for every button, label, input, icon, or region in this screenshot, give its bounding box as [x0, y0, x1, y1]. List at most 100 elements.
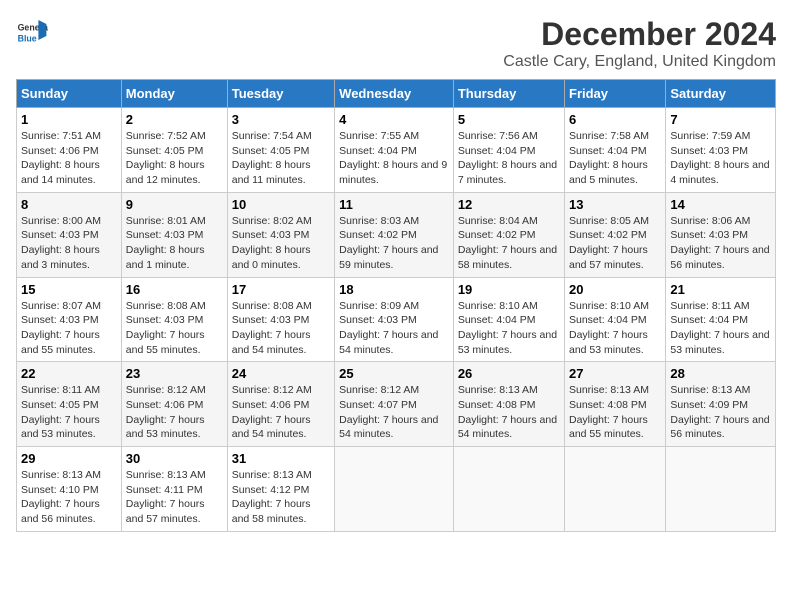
- calendar-cell: [666, 447, 776, 532]
- day-number: 21: [670, 282, 771, 297]
- calendar-cell: 15 Sunrise: 8:07 AM Sunset: 4:03 PM Dayl…: [17, 277, 122, 362]
- day-info: Sunrise: 8:12 AM Sunset: 4:07 PM Dayligh…: [339, 384, 438, 440]
- calendar-cell: 2 Sunrise: 7:52 AM Sunset: 4:05 PM Dayli…: [121, 108, 227, 193]
- calendar-cell: 16 Sunrise: 8:08 AM Sunset: 4:03 PM Dayl…: [121, 277, 227, 362]
- calendar-cell: 31 Sunrise: 8:13 AM Sunset: 4:12 PM Dayl…: [227, 447, 334, 532]
- calendar-cell: 28 Sunrise: 8:13 AM Sunset: 4:09 PM Dayl…: [666, 362, 776, 447]
- calendar-cell: 17 Sunrise: 8:08 AM Sunset: 4:03 PM Dayl…: [227, 277, 334, 362]
- day-number: 5: [458, 112, 560, 127]
- week-row-1: 1 Sunrise: 7:51 AM Sunset: 4:06 PM Dayli…: [17, 108, 776, 193]
- day-info: Sunrise: 8:01 AM Sunset: 4:03 PM Dayligh…: [126, 215, 206, 271]
- calendar-cell: [565, 447, 666, 532]
- day-info: Sunrise: 8:12 AM Sunset: 4:06 PM Dayligh…: [232, 384, 312, 440]
- day-info: Sunrise: 8:13 AM Sunset: 4:11 PM Dayligh…: [126, 469, 206, 525]
- page-title: December 2024: [503, 16, 776, 53]
- page-subtitle: Castle Cary, England, United Kingdom: [503, 53, 776, 71]
- header-friday: Friday: [565, 80, 666, 108]
- day-number: 11: [339, 197, 449, 212]
- calendar-cell: 23 Sunrise: 8:12 AM Sunset: 4:06 PM Dayl…: [121, 362, 227, 447]
- day-number: 10: [232, 197, 330, 212]
- calendar-cell: 8 Sunrise: 8:00 AM Sunset: 4:03 PM Dayli…: [17, 192, 122, 277]
- header-saturday: Saturday: [666, 80, 776, 108]
- header: General Blue December 2024 Castle Cary, …: [16, 16, 776, 71]
- day-info: Sunrise: 8:10 AM Sunset: 4:04 PM Dayligh…: [569, 300, 649, 356]
- day-info: Sunrise: 8:11 AM Sunset: 4:04 PM Dayligh…: [670, 300, 769, 356]
- day-info: Sunrise: 7:56 AM Sunset: 4:04 PM Dayligh…: [458, 130, 557, 186]
- calendar-cell: 9 Sunrise: 8:01 AM Sunset: 4:03 PM Dayli…: [121, 192, 227, 277]
- calendar-cell: 10 Sunrise: 8:02 AM Sunset: 4:03 PM Dayl…: [227, 192, 334, 277]
- week-row-4: 22 Sunrise: 8:11 AM Sunset: 4:05 PM Dayl…: [17, 362, 776, 447]
- day-info: Sunrise: 8:00 AM Sunset: 4:03 PM Dayligh…: [21, 215, 101, 271]
- calendar-cell: 5 Sunrise: 7:56 AM Sunset: 4:04 PM Dayli…: [453, 108, 564, 193]
- calendar-cell: 30 Sunrise: 8:13 AM Sunset: 4:11 PM Dayl…: [121, 447, 227, 532]
- calendar-cell: [335, 447, 454, 532]
- day-info: Sunrise: 7:51 AM Sunset: 4:06 PM Dayligh…: [21, 130, 101, 186]
- day-info: Sunrise: 8:13 AM Sunset: 4:09 PM Dayligh…: [670, 384, 769, 440]
- calendar-cell: 27 Sunrise: 8:13 AM Sunset: 4:08 PM Dayl…: [565, 362, 666, 447]
- calendar-cell: 18 Sunrise: 8:09 AM Sunset: 4:03 PM Dayl…: [335, 277, 454, 362]
- day-number: 1: [21, 112, 117, 127]
- day-info: Sunrise: 8:13 AM Sunset: 4:10 PM Dayligh…: [21, 469, 101, 525]
- day-number: 8: [21, 197, 117, 212]
- day-number: 7: [670, 112, 771, 127]
- calendar-cell: 26 Sunrise: 8:13 AM Sunset: 4:08 PM Dayl…: [453, 362, 564, 447]
- day-number: 19: [458, 282, 560, 297]
- title-area: December 2024 Castle Cary, England, Unit…: [503, 16, 776, 71]
- day-info: Sunrise: 7:52 AM Sunset: 4:05 PM Dayligh…: [126, 130, 206, 186]
- day-number: 13: [569, 197, 661, 212]
- header-sunday: Sunday: [17, 80, 122, 108]
- day-info: Sunrise: 8:10 AM Sunset: 4:04 PM Dayligh…: [458, 300, 557, 356]
- day-info: Sunrise: 7:55 AM Sunset: 4:04 PM Dayligh…: [339, 130, 447, 186]
- day-info: Sunrise: 8:13 AM Sunset: 4:08 PM Dayligh…: [458, 384, 557, 440]
- day-info: Sunrise: 8:08 AM Sunset: 4:03 PM Dayligh…: [126, 300, 206, 356]
- day-number: 15: [21, 282, 117, 297]
- day-info: Sunrise: 8:07 AM Sunset: 4:03 PM Dayligh…: [21, 300, 101, 356]
- day-number: 22: [21, 366, 117, 381]
- day-number: 17: [232, 282, 330, 297]
- calendar-cell: 25 Sunrise: 8:12 AM Sunset: 4:07 PM Dayl…: [335, 362, 454, 447]
- calendar-cell: 4 Sunrise: 7:55 AM Sunset: 4:04 PM Dayli…: [335, 108, 454, 193]
- logo-icon: General Blue: [16, 16, 48, 48]
- calendar-cell: 24 Sunrise: 8:12 AM Sunset: 4:06 PM Dayl…: [227, 362, 334, 447]
- calendar-cell: [453, 447, 564, 532]
- day-info: Sunrise: 8:12 AM Sunset: 4:06 PM Dayligh…: [126, 384, 206, 440]
- day-number: 6: [569, 112, 661, 127]
- calendar-cell: 14 Sunrise: 8:06 AM Sunset: 4:03 PM Dayl…: [666, 192, 776, 277]
- calendar-cell: 20 Sunrise: 8:10 AM Sunset: 4:04 PM Dayl…: [565, 277, 666, 362]
- day-info: Sunrise: 7:54 AM Sunset: 4:05 PM Dayligh…: [232, 130, 312, 186]
- day-number: 31: [232, 451, 330, 466]
- day-info: Sunrise: 8:06 AM Sunset: 4:03 PM Dayligh…: [670, 215, 769, 271]
- day-number: 3: [232, 112, 330, 127]
- header-thursday: Thursday: [453, 80, 564, 108]
- day-info: Sunrise: 8:13 AM Sunset: 4:08 PM Dayligh…: [569, 384, 649, 440]
- day-info: Sunrise: 8:03 AM Sunset: 4:02 PM Dayligh…: [339, 215, 438, 271]
- calendar-table: SundayMondayTuesdayWednesdayThursdayFrid…: [16, 79, 776, 532]
- day-info: Sunrise: 8:02 AM Sunset: 4:03 PM Dayligh…: [232, 215, 312, 271]
- day-info: Sunrise: 7:59 AM Sunset: 4:03 PM Dayligh…: [670, 130, 769, 186]
- day-number: 12: [458, 197, 560, 212]
- calendar-cell: 12 Sunrise: 8:04 AM Sunset: 4:02 PM Dayl…: [453, 192, 564, 277]
- calendar-cell: 29 Sunrise: 8:13 AM Sunset: 4:10 PM Dayl…: [17, 447, 122, 532]
- day-number: 9: [126, 197, 223, 212]
- header-tuesday: Tuesday: [227, 80, 334, 108]
- day-info: Sunrise: 8:13 AM Sunset: 4:12 PM Dayligh…: [232, 469, 312, 525]
- calendar-header-row: SundayMondayTuesdayWednesdayThursdayFrid…: [17, 80, 776, 108]
- week-row-3: 15 Sunrise: 8:07 AM Sunset: 4:03 PM Dayl…: [17, 277, 776, 362]
- calendar-cell: 3 Sunrise: 7:54 AM Sunset: 4:05 PM Dayli…: [227, 108, 334, 193]
- day-number: 14: [670, 197, 771, 212]
- day-info: Sunrise: 8:09 AM Sunset: 4:03 PM Dayligh…: [339, 300, 438, 356]
- day-info: Sunrise: 8:05 AM Sunset: 4:02 PM Dayligh…: [569, 215, 649, 271]
- day-number: 18: [339, 282, 449, 297]
- week-row-2: 8 Sunrise: 8:00 AM Sunset: 4:03 PM Dayli…: [17, 192, 776, 277]
- day-info: Sunrise: 8:11 AM Sunset: 4:05 PM Dayligh…: [21, 384, 100, 440]
- calendar-cell: 1 Sunrise: 7:51 AM Sunset: 4:06 PM Dayli…: [17, 108, 122, 193]
- day-number: 25: [339, 366, 449, 381]
- day-number: 20: [569, 282, 661, 297]
- calendar-cell: 11 Sunrise: 8:03 AM Sunset: 4:02 PM Dayl…: [335, 192, 454, 277]
- day-info: Sunrise: 8:04 AM Sunset: 4:02 PM Dayligh…: [458, 215, 557, 271]
- day-number: 26: [458, 366, 560, 381]
- calendar-cell: 7 Sunrise: 7:59 AM Sunset: 4:03 PM Dayli…: [666, 108, 776, 193]
- day-number: 24: [232, 366, 330, 381]
- header-monday: Monday: [121, 80, 227, 108]
- day-number: 23: [126, 366, 223, 381]
